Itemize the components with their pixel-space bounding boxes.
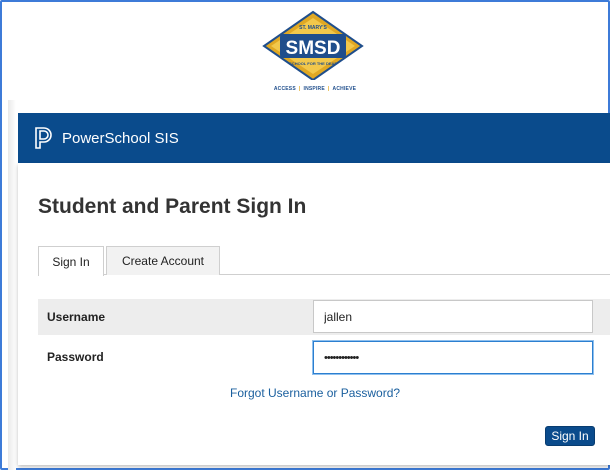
school-tagline: ACCESS | INSPIRE | ACHIEVE	[273, 86, 357, 92]
password-row: Password	[38, 339, 610, 375]
school-logo: ST. MARY'S SMSD SCHOOL FOR THE DEAF	[258, 10, 368, 98]
seal-bottom-text: SCHOOL FOR THE DEAF	[289, 61, 337, 66]
tab-bar: Sign In Create Account	[38, 246, 610, 276]
tab-create-account[interactable]: Create Account	[106, 246, 220, 275]
username-row: Username	[38, 299, 610, 335]
tab-sign-in[interactable]: Sign In	[38, 246, 104, 276]
left-shadow	[8, 100, 16, 470]
powerschool-header: PowerSchool SIS	[18, 113, 610, 163]
password-label: Password	[47, 350, 104, 364]
username-label: Username	[47, 310, 106, 324]
product-name: PowerSchool SIS	[62, 129, 179, 147]
seal-name-text: SMSD	[286, 38, 341, 59]
signin-card: Student and Parent Sign In Sign In Creat…	[18, 163, 610, 465]
powerschool-logo-icon	[35, 127, 52, 149]
username-field[interactable]	[313, 300, 593, 333]
forgot-credentials-link[interactable]: Forgot Username or Password?	[230, 386, 400, 400]
smsd-seal-icon: ST. MARY'S SMSD SCHOOL FOR THE DEAF	[262, 10, 364, 80]
page-title: Student and Parent Sign In	[38, 195, 307, 218]
sign-in-button[interactable]: Sign In	[545, 426, 595, 446]
tagline-word-access: ACCESS	[273, 86, 296, 92]
tagline-word-achieve: ACHIEVE	[332, 86, 357, 92]
password-field[interactable]	[313, 341, 593, 374]
tagline-word-inspire: INSPIRE	[303, 86, 325, 92]
seal-top-text: ST. MARY'S	[299, 25, 327, 31]
